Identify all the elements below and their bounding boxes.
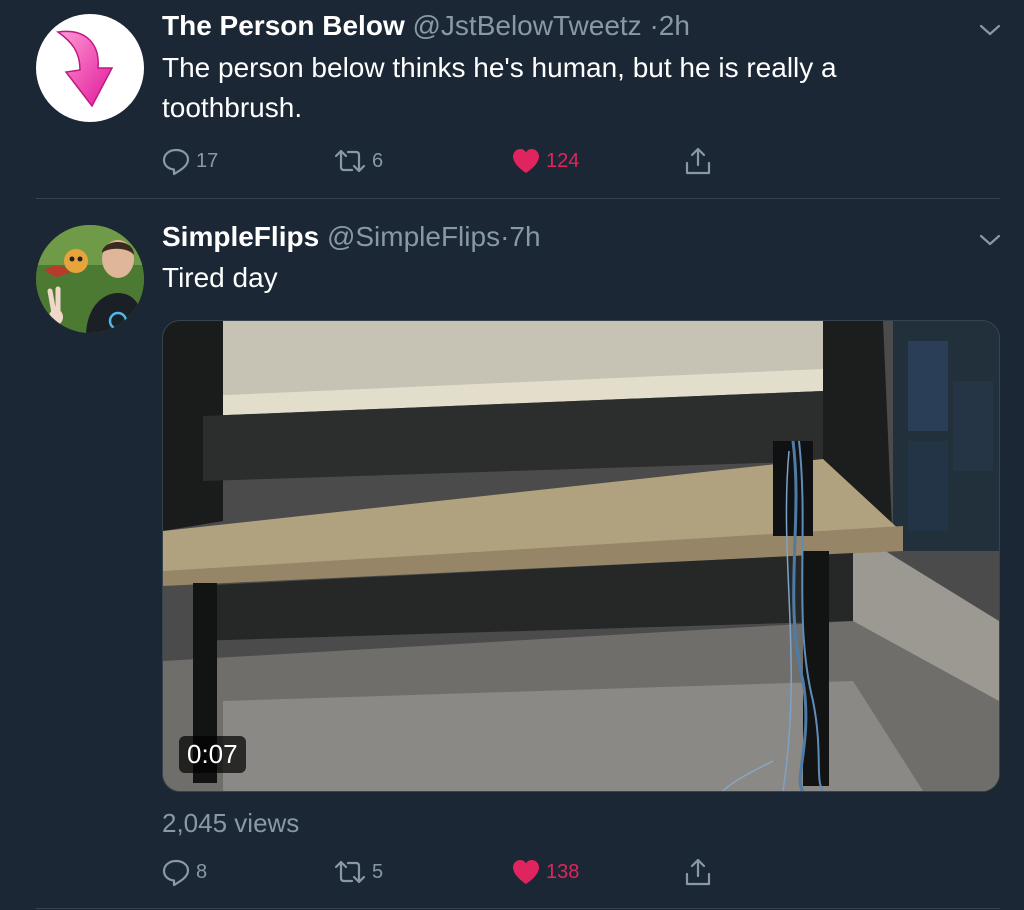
reply-icon [162, 859, 190, 887]
like-button[interactable]: 124 [510, 145, 579, 177]
video-thumbnail [163, 321, 999, 791]
share-icon [685, 147, 711, 175]
handle[interactable]: @JstBelowTweetz [413, 10, 642, 41]
timestamp[interactable]: 2h [659, 10, 690, 41]
tweet-divider [36, 908, 1000, 909]
view-count: 2,045 views [162, 808, 300, 838]
separator: · [500, 221, 510, 252]
retweet-icon [334, 860, 366, 884]
handle[interactable]: @SimpleFlips [327, 221, 500, 252]
tweet-actions: 8 5 138 [160, 856, 740, 888]
tweet-header: The Person Below @JstBelowTweetz ·2h [162, 9, 690, 43]
retweet-button[interactable]: 6 [332, 145, 383, 177]
pink-arrow-icon [56, 30, 114, 108]
tweet-text: The person below thinks he's human, but … [162, 52, 837, 123]
like-count: 138 [546, 860, 580, 883]
retweet-button[interactable]: 5 [332, 856, 383, 888]
tweet-1[interactable]: The Person Below @JstBelowTweetz ·2h The… [0, 0, 1024, 198]
like-button[interactable]: 138 [510, 856, 579, 888]
tweet-text: Tired day [162, 262, 278, 293]
reply-count: 17 [196, 149, 219, 172]
video-duration: 0:07 [179, 736, 246, 773]
heart-icon [513, 149, 539, 173]
like-count: 124 [546, 149, 580, 172]
chevron-down-icon[interactable] [978, 22, 1002, 38]
reply-icon [162, 148, 190, 176]
reply-button[interactable]: 17 [160, 145, 218, 177]
avatar[interactable] [36, 14, 144, 122]
share-button[interactable] [682, 856, 714, 888]
avatar[interactable] [36, 225, 144, 333]
retweet-icon [334, 149, 366, 173]
timestamp[interactable]: 7h [509, 221, 540, 252]
reply-count: 8 [196, 860, 208, 883]
video-player[interactable]: 0:07 [162, 320, 1000, 792]
heart-icon [513, 860, 539, 884]
retweet-count: 5 [372, 860, 384, 883]
display-name[interactable]: The Person Below [162, 10, 405, 41]
tweet-header: SimpleFlips @SimpleFlips·7h [162, 220, 541, 254]
reply-button[interactable]: 8 [160, 856, 207, 888]
tweet-actions: 17 6 124 [160, 145, 740, 177]
share-icon [685, 858, 711, 886]
display-name[interactable]: SimpleFlips [162, 221, 319, 252]
retweet-count: 6 [372, 149, 384, 172]
share-button[interactable] [682, 145, 714, 177]
user-photo-icon [36, 225, 144, 333]
chevron-down-icon[interactable] [978, 232, 1002, 248]
separator: · [649, 10, 659, 41]
